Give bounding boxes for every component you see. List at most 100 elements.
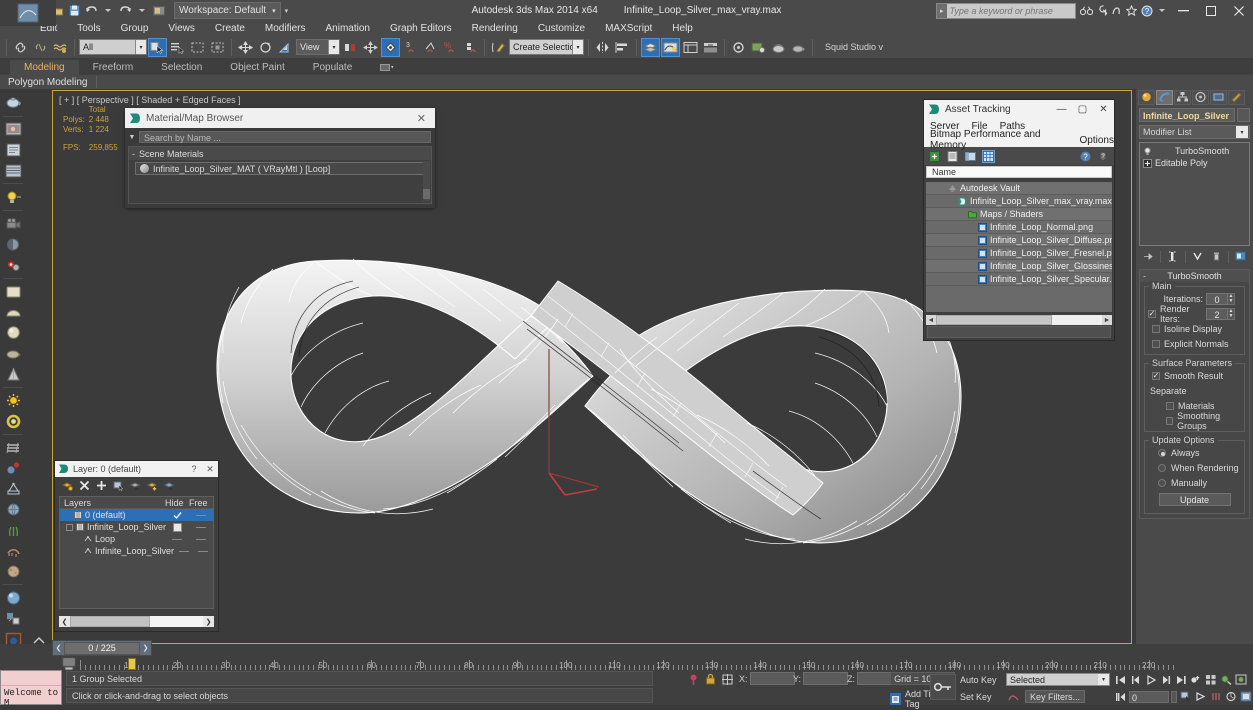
asset-row-max-file[interactable]: Infinite_Loop_Silver_max_vray.max: [926, 195, 1112, 208]
help-button[interactable]: ?: [186, 464, 202, 474]
curve-editor-icon[interactable]: [661, 37, 680, 57]
next-frame-arrow-icon[interactable]: ❯: [140, 644, 151, 652]
render-production-icon[interactable]: [769, 38, 788, 57]
x-field[interactable]: [749, 672, 795, 685]
highlight-selected-icon[interactable]: [129, 479, 141, 492]
menu-item-modifiers[interactable]: Modifiers: [255, 21, 316, 36]
menu-item-customize[interactable]: Customize: [528, 21, 595, 36]
workspace-selector[interactable]: Workspace: Default ▾: [174, 2, 281, 19]
align-icon[interactable]: [613, 38, 632, 57]
modify-tab[interactable]: [1156, 89, 1173, 105]
mirror-icon[interactable]: [593, 38, 612, 57]
material-slot-plane-icon[interactable]: [2, 282, 24, 302]
layer-free-cell[interactable]: [189, 514, 213, 516]
search-input[interactable]: [946, 3, 1075, 18]
explicit-normals-checkbox[interactable]: [1152, 339, 1160, 348]
menu-item-maxscript[interactable]: MAXScript: [595, 21, 662, 36]
orbit-icon[interactable]: [1224, 690, 1237, 703]
smoothing-groups-checkbox[interactable]: [1166, 416, 1174, 425]
update-when-rendering-row[interactable]: When Rendering: [1148, 461, 1241, 474]
field-of-view-icon[interactable]: [1209, 690, 1222, 703]
camera-icon[interactable]: [2, 214, 24, 234]
select-and-rotate-icon[interactable]: [256, 38, 275, 57]
modifier-stack[interactable]: TurboSmooth Editable Poly: [1139, 142, 1250, 246]
named-selection-set-combo[interactable]: Create Selection Se ▾: [509, 39, 584, 55]
workspace-dropdown-icon[interactable]: ▾: [285, 7, 289, 15]
asset-row-bitmap[interactable]: Infinite_Loop_Silver_Glossiness.png: [926, 260, 1112, 273]
spinner-snap-icon[interactable]: [461, 38, 480, 57]
time-configuration-icon[interactable]: [1204, 673, 1217, 686]
hierarchy-tab[interactable]: [1174, 89, 1191, 105]
chevron-down-icon[interactable]: [134, 2, 150, 19]
show-end-result-icon[interactable]: [1166, 250, 1179, 263]
scroll-right-icon[interactable]: ❯: [203, 618, 214, 626]
update-manually-row[interactable]: Manually: [1148, 476, 1241, 489]
menu-item-rendering[interactable]: Rendering: [462, 21, 528, 36]
ribbon-minimize-icon[interactable]: [366, 60, 408, 75]
material-list-item[interactable]: Infinite_Loop_Silver_MAT ( VRayMtl ) [Lo…: [135, 162, 428, 175]
document-icon[interactable]: [2, 140, 24, 160]
bind-space-warp-icon[interactable]: [51, 38, 70, 57]
percent-snap-icon[interactable]: %: [441, 38, 460, 57]
material-slot-teapot-icon[interactable]: [2, 344, 24, 364]
layer-free-cell[interactable]: [194, 550, 213, 552]
pan-icon[interactable]: [1179, 690, 1192, 703]
key-mode-toggle-icon[interactable]: [1114, 690, 1127, 703]
scroll-track[interactable]: [936, 315, 1102, 325]
maxscript-mini-listener[interactable]: Welcome to M: [0, 670, 62, 708]
isoline-display-checkbox[interactable]: [1152, 324, 1160, 333]
window-crossing-toggle-icon[interactable]: [208, 38, 227, 57]
plus-box-icon[interactable]: [1143, 158, 1152, 168]
select-objects-in-layer-icon[interactable]: [112, 479, 124, 492]
close-button[interactable]: [1225, 0, 1253, 21]
listener-input-line[interactable]: Welcome to M: [1, 686, 61, 710]
next-frame-icon[interactable]: [1159, 673, 1172, 686]
material-slot-cone-icon[interactable]: [2, 364, 24, 384]
layer-row-infinite-loop-silver[interactable]: Infinite_Loop_Silver: [60, 521, 213, 533]
layer-free-cell[interactable]: [190, 526, 213, 528]
set-current-layer-icon[interactable]: [163, 479, 175, 492]
close-button[interactable]: ✕: [202, 464, 218, 475]
ribbon-tab-populate[interactable]: Populate: [299, 60, 366, 75]
undo-icon[interactable]: [83, 2, 99, 19]
layer-row-infinite-loop-silver-object[interactable]: Infinite_Loop_Silver: [60, 545, 213, 557]
select-and-scale-icon[interactable]: [276, 38, 295, 57]
layer-manager-icon[interactable]: [641, 37, 660, 57]
chevron-down-icon[interactable]: [100, 2, 116, 19]
wrench-icon[interactable]: [1094, 3, 1109, 19]
scene-materials-group-header[interactable]: - Scene Materials: [129, 147, 431, 160]
menu-item-animation[interactable]: Animation: [315, 21, 379, 36]
explicit-normals-row[interactable]: Explicit Normals: [1148, 337, 1241, 350]
redo-icon[interactable]: [117, 2, 133, 19]
selection-lock-pin-icon[interactable]: [687, 673, 700, 686]
select-object-icon[interactable]: [148, 37, 167, 57]
smoothing-groups-row[interactable]: Smoothing Groups: [1148, 411, 1241, 431]
grass-icon[interactable]: [2, 521, 24, 541]
scroll-track[interactable]: [70, 616, 203, 627]
help-icon[interactable]: ?: [1079, 150, 1092, 163]
molecule-icon[interactable]: [2, 459, 24, 479]
auto-key-label[interactable]: Auto Key: [960, 675, 1002, 685]
scroll-left-icon[interactable]: ❮: [59, 618, 70, 626]
menu-item-group[interactable]: Group: [111, 21, 159, 36]
menu-item-bitmap-performance[interactable]: Bitmap Performance and Memory: [930, 129, 1066, 151]
render-preview-icon[interactable]: [2, 120, 24, 140]
smooth-result-checkbox[interactable]: [1152, 371, 1160, 380]
select-and-move-icon[interactable]: [236, 38, 255, 57]
layer-hscrollbar[interactable]: ❮ ❯: [59, 616, 214, 627]
asset-tracking-hscrollbar[interactable]: ◄ ►: [926, 315, 1112, 325]
menu-item-options[interactable]: Options: [1080, 135, 1114, 146]
key-frame-field[interactable]: 0: [1129, 690, 1169, 703]
shadow-sphere-icon[interactable]: [2, 235, 24, 255]
iterations-stepper[interactable]: 0 ▲ ▼: [1206, 292, 1235, 305]
listener-output-line[interactable]: [1, 671, 61, 686]
ribbon-tab-modeling[interactable]: Modeling: [10, 60, 79, 75]
unwrap-uvw-icon[interactable]: [2, 609, 24, 629]
motion-tab[interactable]: [1192, 89, 1209, 105]
layer-dialog-title-bar[interactable]: Layer: 0 (default) ? ✕: [55, 461, 218, 477]
layer-list[interactable]: Layers Hide Free 0 (default) Infinite_Lo…: [59, 496, 214, 609]
render-iters-value[interactable]: 2: [1206, 307, 1228, 320]
render-setup-icon[interactable]: [729, 38, 748, 57]
make-unique-icon[interactable]: [1191, 250, 1204, 263]
snap-toggle-icon[interactable]: [381, 37, 400, 57]
